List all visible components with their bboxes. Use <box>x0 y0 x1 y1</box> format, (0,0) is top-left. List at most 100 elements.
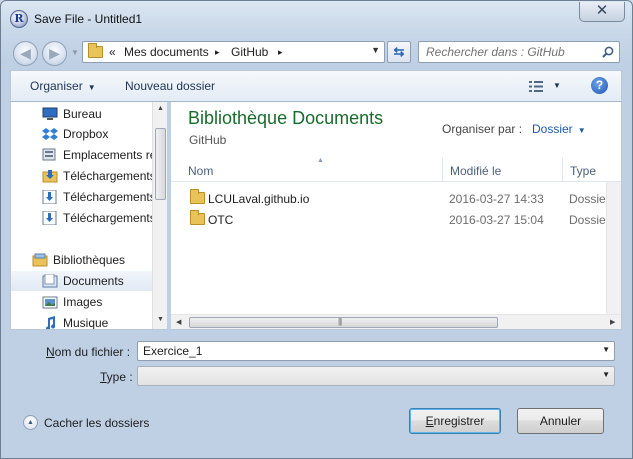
scroll-down-icon[interactable]: ▼ <box>157 316 164 323</box>
grip-icon: ||| <box>338 317 342 326</box>
address-bar[interactable]: « Mes documents ▸ GitHub ▸ ▼ <box>82 41 385 63</box>
caret-down-icon: ▼ <box>577 126 586 135</box>
file-name: OTC <box>208 213 234 227</box>
refresh-icon: ⇆ <box>393 44 405 59</box>
nav-item-telechargements-3[interactable]: Téléchargements <box>11 208 152 228</box>
organiser-label: Organiser <box>30 79 83 93</box>
save-accesskey: E <box>425 414 434 428</box>
file-list-horizontal-scrollbar[interactable]: ◀ ||| ▶ <box>171 314 621 329</box>
filename-label-accesskey: N <box>46 345 55 359</box>
column-type[interactable]: Type <box>562 158 621 182</box>
file-type-dropdown-icon[interactable]: ▼ <box>602 370 610 379</box>
breadcrumb-separator-icon[interactable]: ▸ <box>278 47 283 58</box>
folder-icon <box>190 210 205 225</box>
nav-label: Téléchargements <box>63 211 152 225</box>
back-button[interactable]: ◀ <box>13 41 38 66</box>
nav-label: Dropbox <box>63 127 109 141</box>
nav-item-telechargements-1[interactable]: Téléchargements <box>11 166 152 186</box>
scroll-thumb[interactable]: ||| <box>189 317 498 328</box>
column-name[interactable]: ▲ Nom <box>181 157 443 182</box>
refresh-button[interactable]: ⇆ <box>387 41 411 63</box>
nav-item-telechargements-2[interactable]: Téléchargements <box>11 187 152 207</box>
library-title: Bibliothèque Documents <box>188 108 384 128</box>
breadcrumb-mes-documents[interactable]: Mes documents <box>124 45 209 59</box>
nav-label: Musique <box>63 316 109 330</box>
filename-combobox[interactable]: ▼ <box>137 341 615 361</box>
help-icon[interactable]: ? <box>591 77 608 94</box>
images-icon <box>42 296 58 309</box>
nav-item-musique[interactable]: Musique <box>11 313 152 330</box>
folder-icon <box>190 189 205 204</box>
type-label-text: ype : <box>106 370 133 384</box>
filename-label-text: om du fichier : <box>54 345 131 359</box>
scroll-up-icon[interactable]: ▲ <box>157 105 164 112</box>
organiser-menu[interactable]: Organiser ▼ <box>30 79 96 93</box>
documents-icon <box>42 274 58 288</box>
close-button[interactable]: ✕ <box>579 2 625 22</box>
download-icon <box>42 211 57 225</box>
hide-folders-label: Cacher les dossiers <box>44 416 150 430</box>
save-file-dialog: R Save File - Untitled1 ✕ ◀ ▶ ▼ « Mes do… <box>0 0 633 459</box>
nav-label: Bureau <box>63 107 102 121</box>
save-label: nregistrer <box>433 414 485 428</box>
type-label-accesskey: T <box>100 370 107 384</box>
file-row[interactable]: LCULaval.github.io 2016-03-27 14:33 Doss… <box>171 188 621 209</box>
forward-button[interactable]: ▶ <box>42 41 67 66</box>
nav-item-emplacements-recents[interactable]: Emplacements récents <box>11 145 152 165</box>
nav-item-dropbox[interactable]: Dropbox <box>11 124 152 144</box>
nav-label: Images <box>63 295 103 309</box>
filename-dropdown-icon[interactable]: ▼ <box>602 345 610 354</box>
breadcrumb-github[interactable]: GitHub <box>231 45 268 59</box>
address-dropdown-icon[interactable]: ▼ <box>371 45 380 55</box>
navigation-scrollbar[interactable]: ▲ ▼ <box>152 102 167 329</box>
nav-label: Emplacements récents <box>63 148 152 162</box>
new-folder-button[interactable]: Nouveau dossier <box>125 79 215 93</box>
command-bar: Organiser ▼ Nouveau dossier ▼ ? <box>10 70 622 102</box>
search-input[interactable] <box>426 45 596 59</box>
title-bar[interactable]: R Save File - Untitled1 ✕ <box>1 1 632 37</box>
search-box[interactable] <box>418 41 620 63</box>
nav-item-bureau[interactable]: Bureau <box>11 104 152 124</box>
folder-icon <box>88 43 103 58</box>
recent-pages-dropdown[interactable]: ▼ <box>71 48 79 57</box>
save-button[interactable]: Enregistrer <box>409 408 501 434</box>
filename-label: Nom du fichier : <box>46 345 130 359</box>
arrange-by-value: Dossier <box>532 122 573 136</box>
arrange-by-label: Organiser par : <box>442 122 523 136</box>
recent-places-icon <box>42 148 56 161</box>
nav-item-documents[interactable]: Documents <box>11 271 152 291</box>
nav-item-images[interactable]: Images <box>11 292 152 312</box>
cancel-button[interactable]: Annuler <box>517 408 604 434</box>
breadcrumb-overflow[interactable]: « <box>109 45 116 59</box>
file-list-vertical-scrollbar[interactable] <box>606 182 621 314</box>
file-modified: 2016-03-27 15:04 <box>449 213 544 227</box>
filename-input[interactable] <box>143 344 583 358</box>
dropbox-icon <box>42 128 58 140</box>
nav-label: Bibliothèques <box>53 253 126 267</box>
nav-item-bibliotheques[interactable]: Bibliothèques <box>11 250 152 270</box>
arrange-by-dropdown[interactable]: Dossier ▼ <box>532 122 586 136</box>
column-modified[interactable]: Modifié le <box>442 158 562 182</box>
window-title: Save File - Untitled1 <box>34 12 143 26</box>
library-subtitle: GitHub <box>189 133 227 147</box>
file-modified: 2016-03-27 14:33 <box>449 192 544 206</box>
view-dropdown-icon[interactable]: ▼ <box>553 81 561 90</box>
view-options-icon[interactable] <box>529 81 543 92</box>
navigation-pane: Bureau Dropbox Emplacements récents Télé… <box>10 102 167 330</box>
search-icon[interactable] <box>602 46 614 58</box>
libraries-icon <box>32 253 48 267</box>
folder-download-icon <box>42 170 58 183</box>
file-type-select[interactable]: ▼ <box>137 366 615 386</box>
nav-label: Documents <box>63 274 124 288</box>
chevron-up-icon: ▲ <box>23 415 38 430</box>
download-icon <box>42 190 57 204</box>
breadcrumb-separator-icon[interactable]: ▸ <box>215 47 220 58</box>
file-name: LCULaval.github.io <box>208 192 310 206</box>
desktop-icon <box>42 107 58 120</box>
nav-label: Téléchargements <box>63 190 152 204</box>
scroll-right-icon[interactable]: ▶ <box>610 318 615 326</box>
scroll-left-icon[interactable]: ◀ <box>176 318 181 326</box>
file-row[interactable]: OTC 2016-03-27 15:04 Dossier de fichiers <box>171 209 621 230</box>
arrow-left-icon: ◀ <box>20 45 31 61</box>
scroll-thumb[interactable] <box>155 128 166 200</box>
